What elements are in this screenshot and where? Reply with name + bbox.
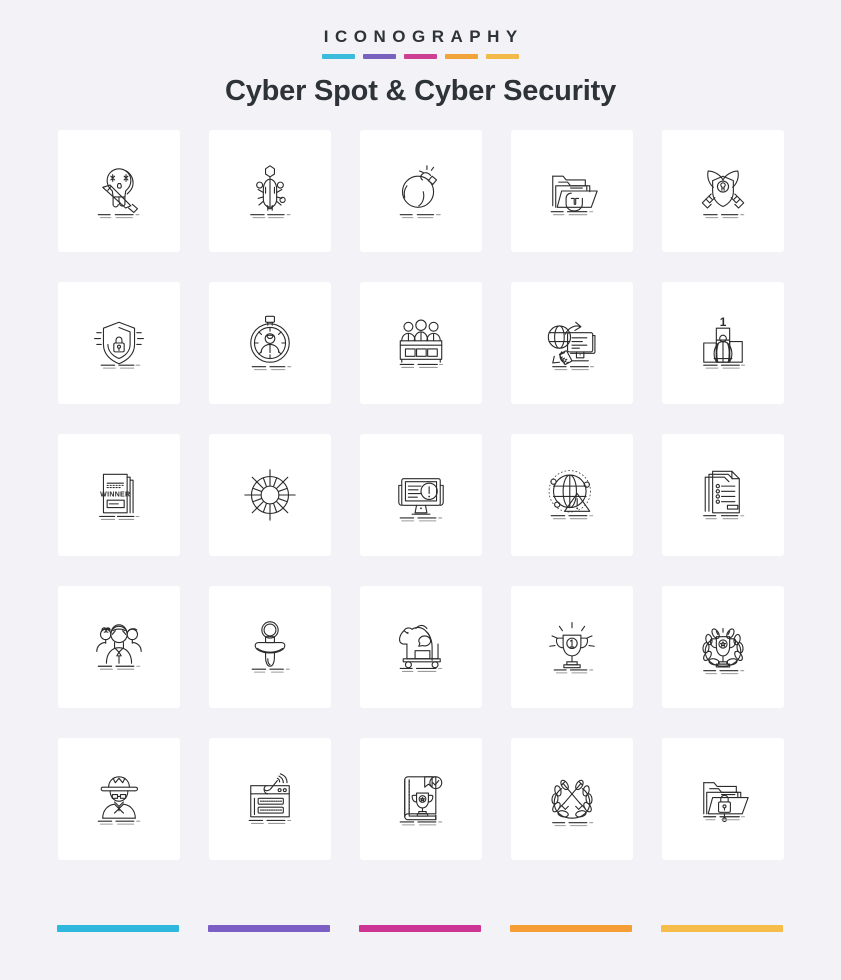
bomb-icon [399,165,441,219]
eyebrow-accent-bar-5 [486,54,519,59]
eyebrow-accent-bar-1 [322,54,355,59]
icon-card-phishing-browser[interactable] [208,737,331,860]
icon-card-folder-magnet[interactable] [510,129,633,252]
footer-accent-bar-2 [208,925,330,932]
eyebrow-accent-bar-3 [404,54,437,59]
icon-card-winner-certificate[interactable]: WINNER [57,433,180,556]
shield-rifles-icon [701,170,744,219]
lifebuoy-icon [243,469,296,521]
icon-card-trophy-laurel[interactable] [661,585,784,708]
shield-lock-icon [93,321,144,369]
icon-card-shield-lock[interactable] [57,281,180,404]
pacifier-icon [251,621,290,673]
iconography-poster: ICONOGRAPHY Cyber Spot & Cyber Security [0,0,841,980]
icon-card-skull-sword[interactable] [57,129,180,252]
footer-accent-bar-1 [57,925,179,932]
eyebrow-accent-bar-4 [445,54,478,59]
icon-card-laurel-swords[interactable] [510,737,633,860]
globe-warning-icon [548,470,593,520]
icon-card-stopwatch-user[interactable] [208,281,331,404]
folder-magnet-icon [550,175,598,216]
icon-card-team-group[interactable] [57,585,180,708]
bug-beetle-icon [249,165,290,219]
eyebrow-accent-bars [0,54,841,59]
icon-card-bug-beetle[interactable] [208,129,331,252]
icon-card-trojan-horse[interactable] [359,585,482,708]
podium-first-place-icon: 1 [702,315,745,369]
global-data-sync-icon [547,321,595,371]
icon-card-award-book[interactable] [359,737,482,860]
footer-accent-bar-4 [510,925,632,932]
footer-accent-bars [57,925,783,932]
icon-card-shield-rifles[interactable] [661,129,784,252]
award-book-icon [399,776,442,826]
icon-card-global-data-sync[interactable] [510,281,633,404]
icon-card-bomb[interactable] [359,129,482,252]
jury-panel-icon [399,319,443,368]
icon-card-monitor-alert[interactable] [359,433,482,556]
skull-sword-icon [97,168,139,219]
footer-accent-bar-5 [661,925,783,932]
icon-card-podium-first-place[interactable]: 1 [661,281,784,404]
winner-certificate-icon: WINNER [98,473,139,520]
stopwatch-user-icon [249,315,291,371]
icon-card-lifebuoy[interactable] [208,433,331,556]
poster-header: ICONOGRAPHY Cyber Spot & Cyber Security [0,0,841,108]
trophy-laurel-icon [701,627,744,675]
eyebrow-label: ICONOGRAPHY [323,27,524,46]
icon-card-trophy-first[interactable] [510,585,633,708]
spy-hacker-icon [97,776,140,825]
eyebrow-accent-bar-2 [363,54,396,59]
footer-accent-bar-3 [359,925,481,932]
documents-list-icon [702,470,744,520]
trophy-first-icon [548,621,595,674]
page-title: Cyber Spot & Cyber Security [224,75,617,107]
folder-lock-icon [702,782,749,823]
icon-card-documents-list[interactable] [661,433,784,556]
laurel-swords-icon [550,779,593,827]
icon-card-spy-hacker[interactable] [57,737,180,860]
icon-card-pacifier[interactable] [208,585,331,708]
icon-card-folder-lock[interactable] [661,737,784,860]
podium-rank-number: 1 [719,315,726,329]
monitor-alert-icon [397,478,444,522]
phishing-browser-icon [248,773,291,824]
icon-card-jury-panel[interactable] [359,281,482,404]
trojan-horse-icon [398,624,442,672]
team-group-icon [95,624,142,670]
icon-card-globe-warning[interactable] [510,433,633,556]
certificate-label: WINNER [100,491,130,498]
icon-grid: 1 WINNER [57,129,784,860]
